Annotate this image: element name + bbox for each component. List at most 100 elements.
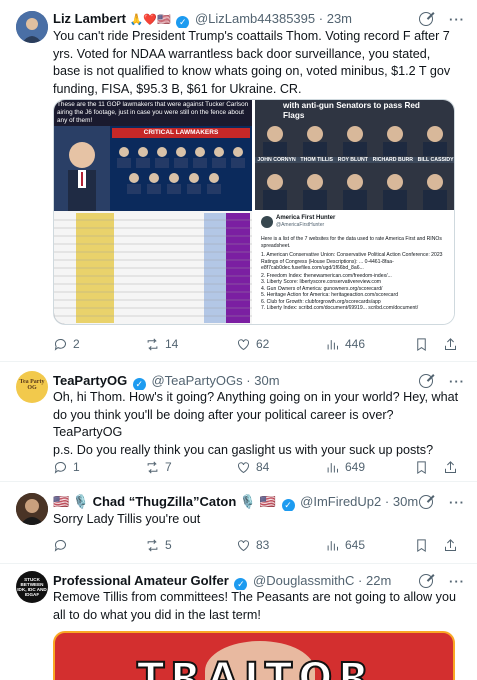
- timestamp[interactable]: 30m: [393, 494, 418, 509]
- views-count: 649: [345, 460, 366, 474]
- share-icon: [445, 460, 456, 473]
- share-button[interactable]: [443, 335, 458, 353]
- post-header: 🇺🇸 🎙️ Chad “ThugZilla”Caton 🎙️ 🇺🇸 ✓ @ImF…: [53, 494, 419, 511]
- avatar[interactable]: STUCK BETWEEN IDK, IDC AND IDGAF: [16, 571, 48, 603]
- share-icon: [445, 538, 456, 551]
- like-button[interactable]: 83: [236, 536, 269, 554]
- bookmark-icon: [417, 337, 426, 351]
- timestamp[interactable]: 22m: [366, 573, 391, 588]
- like-count: 84: [256, 460, 270, 474]
- embed-text: Here is a list of the 7 websites for the…: [261, 236, 443, 311]
- bookmark-button[interactable]: [414, 536, 429, 554]
- embed-handle: @AmericaFirstHunter: [276, 222, 325, 228]
- avatar-text: STUCK BETWEEN IDK, IDC AND IDGAF: [17, 577, 47, 597]
- repost-count: 5: [165, 538, 172, 552]
- post-actions: 1 7 84 649: [53, 458, 465, 476]
- display-name[interactable]: 🇺🇸 🎙️ Chad “ThugZilla”Caton 🎙️ 🇺🇸: [53, 494, 276, 509]
- repost-icon: [147, 461, 158, 473]
- repost-count: 7: [165, 460, 172, 474]
- avatar[interactable]: [16, 493, 48, 525]
- bookmark-button[interactable]: [414, 335, 429, 353]
- avatar[interactable]: Tea Party OG: [16, 371, 48, 403]
- reply-icon: [54, 539, 66, 552]
- media-image-right-bottom[interactable]: America First Hunter @AmericaFirstHunter…: [255, 213, 454, 324]
- media-headline: TRAITOR: [136, 654, 375, 680]
- handle[interactable]: @TeaPartyOGs: [151, 373, 242, 388]
- name-emojis: 🙏❤️🇺🇸: [129, 14, 171, 26]
- grok-icon[interactable]: [419, 374, 433, 388]
- handle[interactable]: @ImFiredUp2: [300, 494, 381, 509]
- more-icon[interactable]: ···: [449, 574, 465, 589]
- views-count: 645: [345, 538, 366, 552]
- views-button[interactable]: 446: [325, 335, 365, 353]
- display-name[interactable]: Liz Lambert: [53, 11, 126, 26]
- verified-badge-icon: ✓: [281, 499, 295, 511]
- display-name[interactable]: Professional Amateur Golfer: [53, 573, 229, 588]
- repost-button[interactable]: 7: [145, 458, 172, 476]
- handle[interactable]: @DouglassmithC: [253, 573, 354, 588]
- bookmark-button[interactable]: [414, 458, 429, 476]
- bookmark-icon: [417, 460, 426, 474]
- more-icon[interactable]: ···: [449, 374, 465, 389]
- post-media[interactable]: TRAITOR: [53, 631, 455, 680]
- senator-name: ROY BLUNT: [337, 157, 368, 163]
- post-header: TeaPartyOG ✓ @TeaPartyOGs · 30m: [53, 373, 280, 390]
- reply-button[interactable]: 1: [53, 458, 80, 476]
- critical-lawmakers-label: CRITICAL LAWMAKERS: [143, 129, 219, 136]
- post-actions: 2 14 62 446: [53, 335, 465, 353]
- senator-name: JOHN CORNYN: [257, 157, 296, 163]
- views-button[interactable]: 649: [325, 458, 365, 476]
- repost-button[interactable]: 14: [145, 335, 178, 353]
- post-header-actions: ···: [419, 372, 465, 390]
- like-button[interactable]: 84: [236, 458, 269, 476]
- embed-name: America First Hunter: [276, 215, 336, 221]
- avatar[interactable]: [16, 11, 48, 43]
- views-button[interactable]: 645: [325, 536, 365, 554]
- post-thugzilla[interactable]: 🇺🇸 🎙️ Chad “ThugZilla”Caton 🎙️ 🇺🇸 ✓ @ImF…: [0, 482, 477, 564]
- repost-button[interactable]: 5: [145, 536, 172, 554]
- post-text: Remove Tillis from committees! The Peasa…: [53, 590, 456, 622]
- handle[interactable]: @LizLamb44385395: [195, 11, 315, 26]
- post-header-actions: ···: [419, 10, 465, 28]
- share-button[interactable]: [443, 458, 458, 476]
- post-text: Sorry Lady Tillis you're out: [53, 512, 201, 526]
- image-caption: with anti-gun Senators to pass Red Flags: [283, 101, 420, 120]
- senator-name: THOM TILLIS: [300, 157, 333, 163]
- post-text: Oh, hi Thom. How's it going? Anything go…: [53, 390, 459, 457]
- reply-count: 1: [73, 460, 80, 474]
- post-header: Liz Lambert 🙏❤️🇺🇸 ✓ @LizLamb44385395 · 2…: [53, 11, 353, 28]
- senator-name: RICHARD BURR: [372, 157, 413, 163]
- media-image-right-top[interactable]: with anti-gun Senators to pass Red Flags…: [255, 100, 454, 210]
- reply-button[interactable]: [53, 536, 73, 554]
- timestamp[interactable]: 30m: [254, 373, 279, 388]
- timestamp[interactable]: 23m: [327, 11, 352, 26]
- views-icon: [327, 462, 338, 472]
- more-icon[interactable]: ···: [449, 495, 465, 510]
- post-header-actions: ···: [419, 493, 465, 511]
- avatar-image: [16, 11, 48, 43]
- reply-icon: [54, 338, 66, 351]
- reply-count: 2: [73, 337, 80, 351]
- post-media[interactable]: These are the 11 GOP lawmakers that were…: [53, 99, 455, 325]
- more-icon[interactable]: ···: [449, 12, 465, 27]
- views-icon: [327, 339, 338, 349]
- reply-icon: [54, 461, 66, 474]
- display-name[interactable]: TeaPartyOG: [53, 373, 127, 388]
- reply-button[interactable]: 2: [53, 335, 80, 353]
- embed-avatar: [261, 216, 273, 228]
- views-count: 446: [345, 337, 366, 351]
- grok-icon[interactable]: [419, 12, 433, 26]
- repost-count: 14: [165, 337, 179, 351]
- like-icon: [238, 539, 249, 551]
- media-image-left[interactable]: These are the 11 GOP lawmakers that were…: [54, 100, 252, 324]
- share-button[interactable]: [443, 536, 458, 554]
- post-professional-amateur-golfer[interactable]: STUCK BETWEEN IDK, IDC AND IDGAF Profess…: [0, 564, 477, 680]
- post-actions: 5 83 645: [53, 536, 465, 554]
- grok-icon[interactable]: [419, 495, 433, 509]
- like-button[interactable]: 62: [236, 335, 269, 353]
- avatar-text: Tea Party OG: [19, 379, 45, 391]
- post-liz-lambert[interactable]: Liz Lambert 🙏❤️🇺🇸 ✓ @LizLamb44385395 · 2…: [0, 0, 477, 362]
- avatar-image: [16, 493, 48, 525]
- grok-icon[interactable]: [419, 574, 433, 588]
- post-teapartyog[interactable]: Tea Party OG TeaPartyOG ✓ @TeaPartyOGs ·…: [0, 362, 477, 482]
